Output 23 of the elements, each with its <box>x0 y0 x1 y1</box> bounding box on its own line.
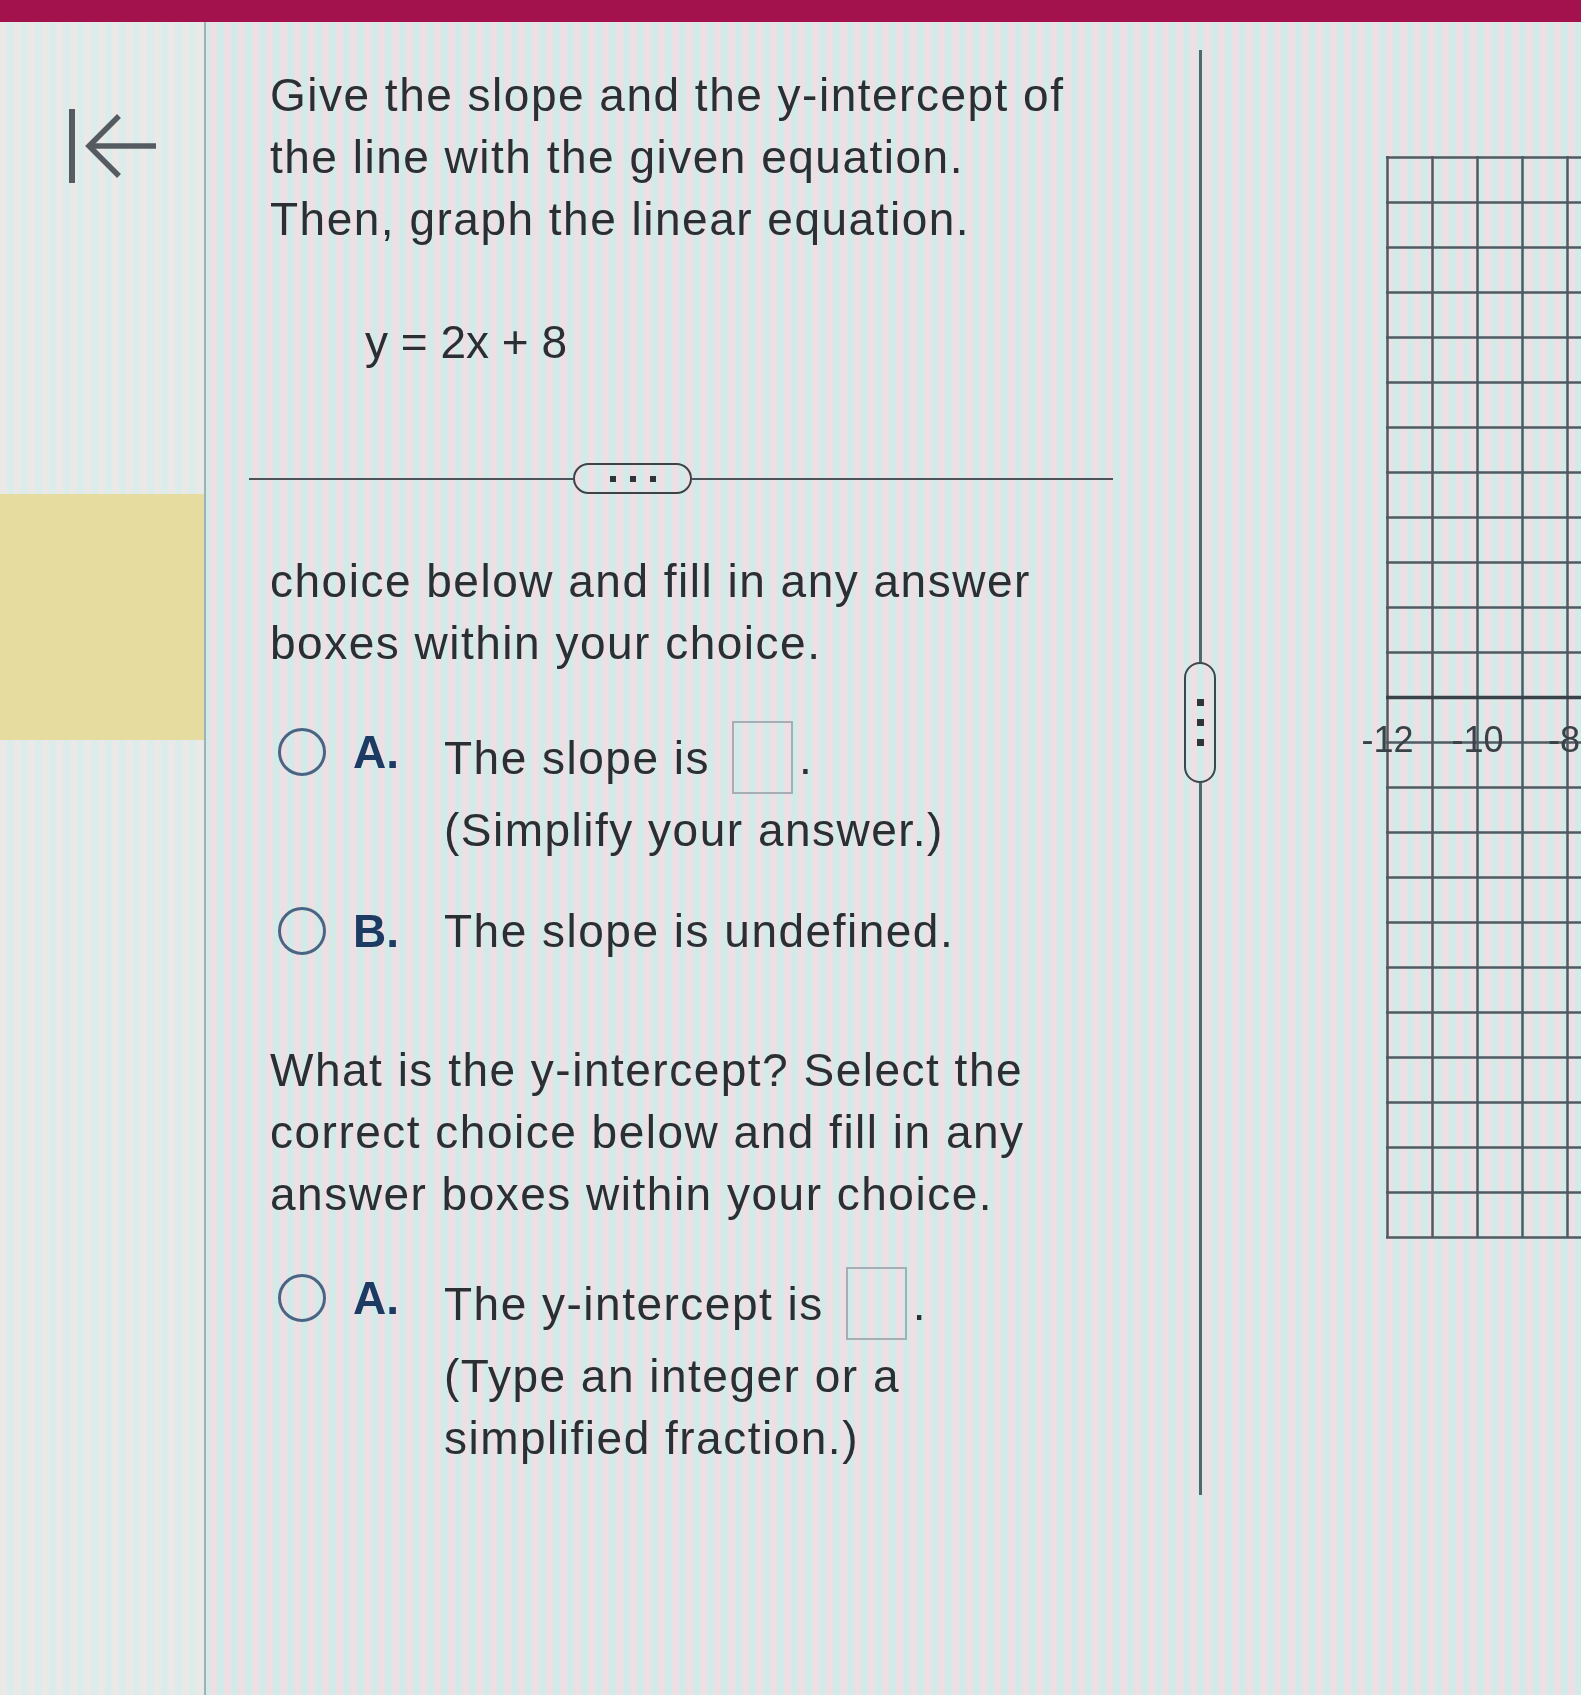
choice-letter: A. <box>353 1271 400 1326</box>
collapse-sidebar-button[interactable] <box>69 107 157 185</box>
resize-handle[interactable] <box>573 463 692 494</box>
instruction-text: choice below and fill in any answer boxes within your choice. <box>270 554 1032 671</box>
answer-hint: (Type an integer or a simplified fraction.) <box>444 1349 901 1466</box>
question-text: Give the slope and the y-intercept of the line with the given equation. <box>270 68 1066 185</box>
vertical-ellipsis-icon <box>1196 699 1204 746</box>
radio-button[interactable] <box>278 1274 326 1322</box>
choice-letter: A. <box>353 725 400 780</box>
question-text: What is the y-intercept? Select the correct choice below and fill in any answer boxes within your choice. <box>270 1043 1026 1222</box>
radio-button[interactable] <box>278 728 326 776</box>
radio-button[interactable] <box>278 907 326 955</box>
choice-letter: B. <box>353 904 400 959</box>
punctuation-text: . <box>799 730 812 786</box>
question-text: Then, graph the linear equation. <box>270 192 972 247</box>
punctuation-text: . <box>912 1276 926 1332</box>
choice-text: The slope is <box>444 730 710 786</box>
answer-hint: (Simplify your answer.) <box>444 803 945 858</box>
resize-handle[interactable] <box>1184 662 1216 783</box>
ellipsis-icon <box>609 475 656 482</box>
equation-text: y = 2x + 8 <box>365 315 567 370</box>
choice-text: The slope is undefined. <box>444 904 956 959</box>
choice-text: The y-intercept is <box>444 1276 824 1332</box>
